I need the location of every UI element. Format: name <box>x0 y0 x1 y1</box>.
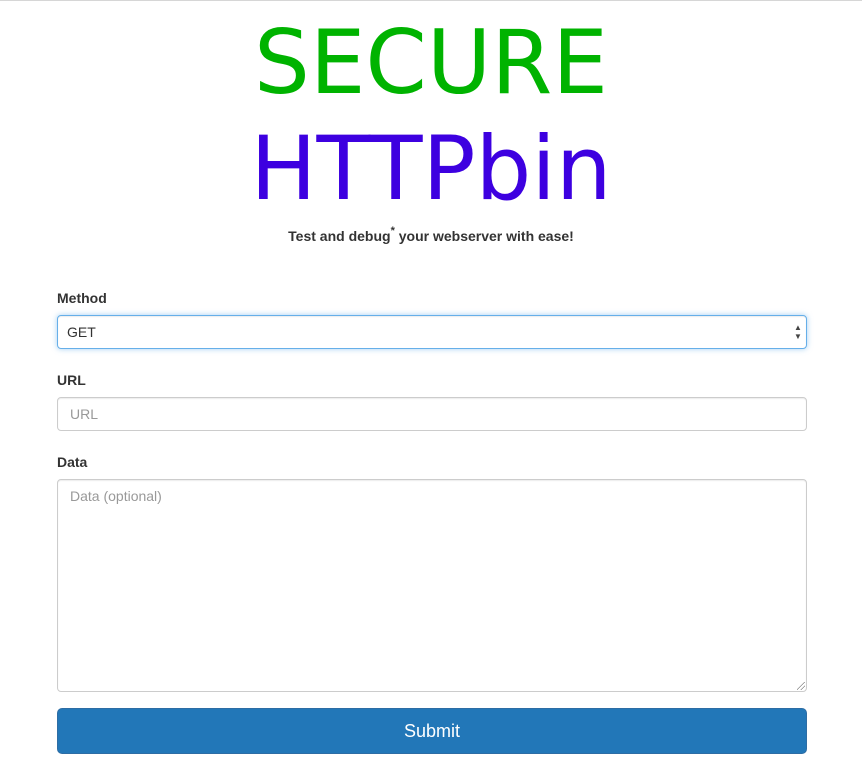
tagline-asterisk: * <box>390 225 395 238</box>
tagline-text-start: Test and debug <box>288 228 391 244</box>
data-label: Data <box>57 454 88 470</box>
data-textarea[interactable] <box>57 479 807 692</box>
url-input[interactable] <box>57 397 807 431</box>
arrow-down-icon: ▼ <box>794 332 802 341</box>
url-label: URL <box>57 372 86 388</box>
data-textarea-wrapper <box>57 479 807 692</box>
title-secure: SECURE <box>253 11 609 114</box>
tagline-text-end: your webserver with ease! <box>394 228 574 244</box>
submit-button[interactable]: Submit <box>57 708 807 754</box>
arrow-up-icon: ▲ <box>794 323 802 332</box>
select-arrows-icon: ▲ ▼ <box>793 323 803 341</box>
header: SECURE HTTPbin Test and debug* your webs… <box>0 10 862 244</box>
title-httpbin: HTTPbin <box>250 117 612 220</box>
method-select[interactable]: GET ▲ ▼ <box>57 315 807 349</box>
method-selected-value: GET <box>67 324 96 340</box>
tagline: Test and debug* your webserver with ease… <box>0 225 862 244</box>
request-form: Method GET ▲ ▼ URL Data Submit <box>57 290 807 754</box>
resize-grip-icon[interactable] <box>797 682 805 690</box>
page: SECURE HTTPbin Test and debug* your webs… <box>0 0 862 759</box>
method-label: Method <box>57 290 107 306</box>
